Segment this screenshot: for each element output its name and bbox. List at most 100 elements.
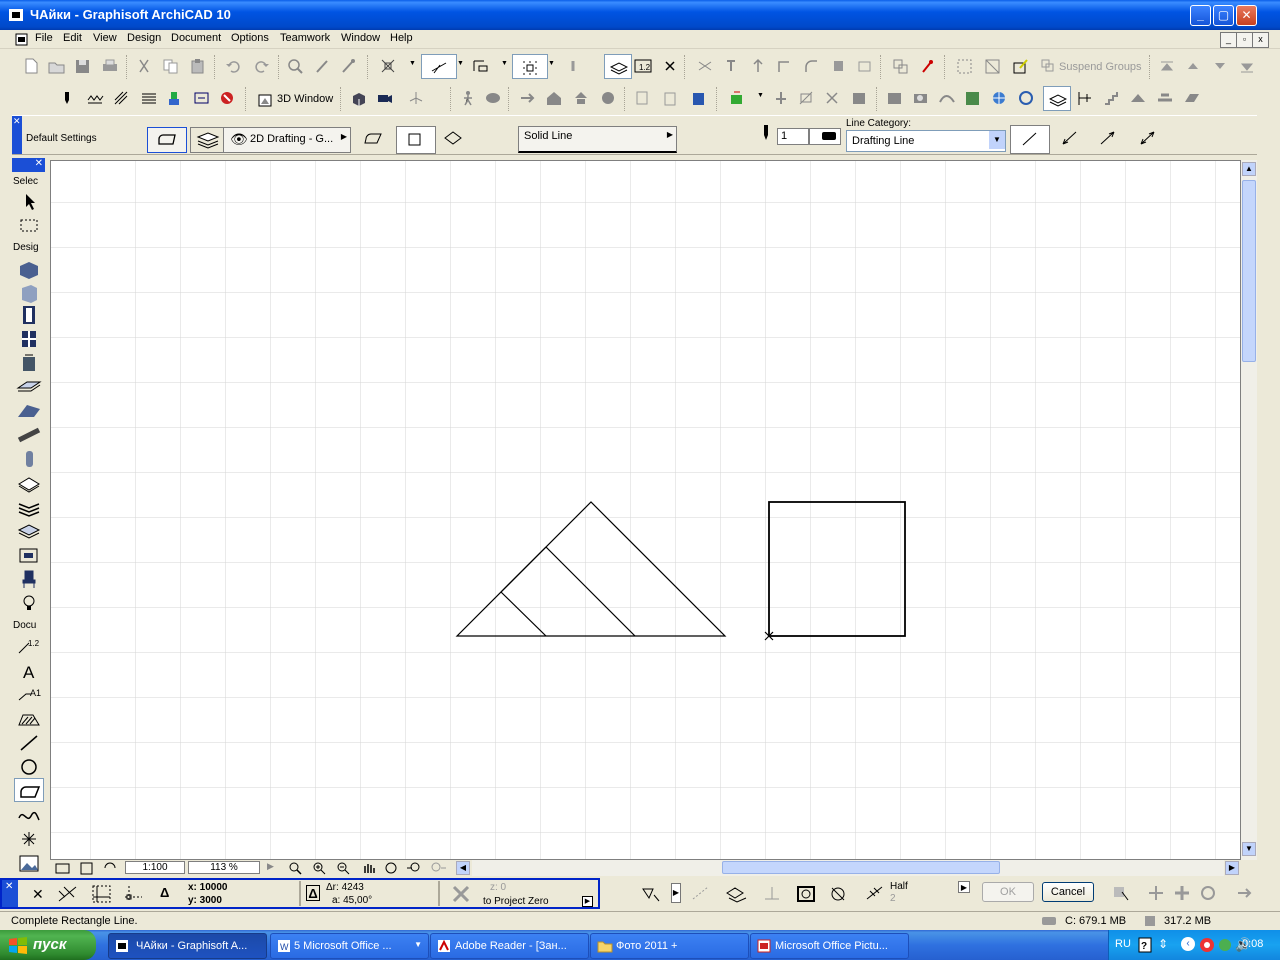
mdi-restore-button[interactable]: ▫	[1236, 32, 1253, 48]
zones-icon[interactable]	[193, 90, 211, 106]
show-hidden-icons-icon[interactable]: ‹	[1181, 937, 1195, 951]
grid-cross-icon[interactable]	[56, 884, 80, 904]
magic-wand-arrow-icon[interactable]: ▶	[671, 883, 681, 903]
zone-tool-icon[interactable]	[16, 544, 42, 566]
menu-options[interactable]: Options	[231, 32, 269, 44]
stair-icon[interactable]	[1103, 90, 1121, 106]
line-type-selector[interactable]: Solid Line ▶	[518, 126, 677, 153]
beam-tool-icon[interactable]	[16, 424, 42, 446]
menu-view[interactable]: View	[93, 32, 117, 44]
publish-icon[interactable]	[690, 90, 708, 106]
sun-study-icon[interactable]	[938, 90, 956, 106]
menu-help[interactable]: Help	[390, 32, 413, 44]
paste-icon[interactable]	[189, 58, 207, 74]
adjust-icon[interactable]	[723, 58, 741, 74]
text-tool-icon[interactable]: A	[16, 660, 42, 682]
geometry-method-polyline-icon[interactable]	[363, 130, 385, 146]
dimension-tool-icon[interactable]: 1.2	[16, 636, 42, 658]
dimension-icon[interactable]: 1.2	[634, 58, 652, 74]
layers-panel-toggle[interactable]	[1043, 86, 1071, 111]
slab-tool-icon[interactable]	[16, 376, 42, 398]
markup-icon[interactable]	[219, 90, 237, 106]
globe-icon[interactable]	[990, 90, 1008, 106]
copy-layout-icon[interactable]	[635, 90, 653, 106]
orbit-tool-icon[interactable]	[1146, 884, 1166, 902]
taskbar-item-archicad[interactable]: ЧАйки - Graphisoft A...	[108, 933, 267, 959]
menu-design[interactable]: Design	[127, 32, 161, 44]
user-origin-icon[interactable]	[122, 883, 146, 905]
photo-render-icon[interactable]	[912, 90, 930, 106]
tray-arrows-icon[interactable]: ⇕	[1158, 937, 1168, 951]
cancel-button[interactable]: Cancel	[1042, 882, 1094, 902]
roof-tool-icon[interactable]	[16, 400, 42, 422]
copy-icon[interactable]	[162, 58, 180, 74]
slab-icon[interactable]	[1156, 90, 1174, 106]
hotspot-tool-icon[interactable]	[16, 828, 42, 850]
reference-arrow-icon[interactable]: ▶	[582, 896, 593, 907]
menu-document[interactable]: Document	[171, 32, 221, 44]
split-icon[interactable]	[697, 58, 715, 74]
elevate-icon[interactable]	[572, 90, 590, 106]
toolbox-section-design[interactable]: Desig	[13, 242, 39, 253]
distribute-icon[interactable]	[1076, 90, 1094, 106]
fillet-icon[interactable]	[803, 58, 821, 74]
grid-snap-dropdown[interactable]: ▼	[548, 60, 555, 70]
info-box-handle[interactable]: ✕	[12, 116, 22, 154]
navigator-icon[interactable]	[54, 861, 72, 875]
undo-icon[interactable]	[225, 58, 243, 74]
elevation-marker-icon[interactable]	[772, 90, 790, 106]
help-icon[interactable]: ?	[1138, 937, 1152, 953]
layout-book-icon[interactable]	[886, 90, 904, 106]
arrow-none-option[interactable]	[1010, 125, 1050, 154]
zoom-in-area-icon[interactable]	[288, 861, 306, 875]
scroll-left-icon[interactable]: ◀	[456, 861, 470, 875]
group-icon[interactable]	[892, 58, 910, 74]
polar-delta-icon[interactable]: Δ	[306, 885, 320, 901]
zoom-out-icon[interactable]	[336, 861, 354, 875]
line-type-icon[interactable]	[86, 90, 104, 106]
pick-up-icon[interactable]	[314, 58, 332, 74]
layer-toggle[interactable]	[604, 54, 632, 79]
stair-tool-icon[interactable]	[16, 496, 42, 518]
figure-tool-icon[interactable]	[16, 852, 42, 874]
menu-file[interactable]: File	[35, 32, 53, 44]
gravity-icon[interactable]	[565, 58, 583, 74]
paste-layout-icon[interactable]	[662, 90, 680, 106]
mdi-minimize-button[interactable]: _	[1220, 32, 1237, 48]
toolbox-header[interactable]: ✕	[12, 158, 45, 172]
new-icon[interactable]	[22, 58, 40, 74]
fill-tool-icon[interactable]	[16, 708, 42, 730]
redo-icon[interactable]	[252, 58, 270, 74]
send-backward-icon[interactable]	[1211, 58, 1229, 74]
explode-view-icon[interactable]	[599, 90, 617, 106]
y-coordinate[interactable]: y: 3000	[188, 895, 222, 906]
horizontal-scroll-thumb[interactable]	[722, 861, 1000, 874]
tracker-close-icon[interactable]: ✕	[5, 881, 13, 892]
snap-label[interactable]: Half	[890, 881, 908, 892]
floor-plan-canvas[interactable]	[50, 160, 1241, 860]
parallel-icon[interactable]	[724, 884, 750, 904]
print-icon[interactable]	[101, 58, 119, 74]
column-cylinder-icon[interactable]	[16, 448, 42, 470]
group-elements-icon[interactable]	[956, 58, 974, 74]
door-tool-icon[interactable]	[16, 304, 42, 326]
delta-radius[interactable]: Δr: 4243	[326, 882, 364, 893]
line-start-arrow-icon[interactable]	[1060, 130, 1080, 146]
bring-to-front-icon[interactable]	[1158, 58, 1176, 74]
teamwork-icon[interactable]	[1017, 90, 1035, 106]
mesh-tool-icon[interactable]	[16, 472, 42, 494]
pen-icon[interactable]	[58, 90, 76, 106]
lamp-tool-icon[interactable]	[16, 592, 42, 614]
taskbar-item-office[interactable]: W 5 Microsoft Office ... ▼	[270, 933, 429, 959]
line-end-arrow-icon[interactable]	[1098, 130, 1118, 146]
3d-box-icon[interactable]	[350, 90, 368, 106]
guideline-dropdown[interactable]: ▼	[457, 60, 464, 70]
grid-map-icon[interactable]	[964, 90, 982, 106]
angle-value[interactable]: a: 45,00°	[332, 895, 372, 906]
explode-icon[interactable]	[856, 58, 874, 74]
align-icon[interactable]	[750, 58, 768, 74]
half-snap-icon[interactable]	[864, 884, 886, 904]
trace-icon[interactable]	[380, 58, 398, 74]
perpendicular-icon[interactable]	[760, 884, 786, 904]
grid-snap-toggle[interactable]	[512, 54, 548, 79]
